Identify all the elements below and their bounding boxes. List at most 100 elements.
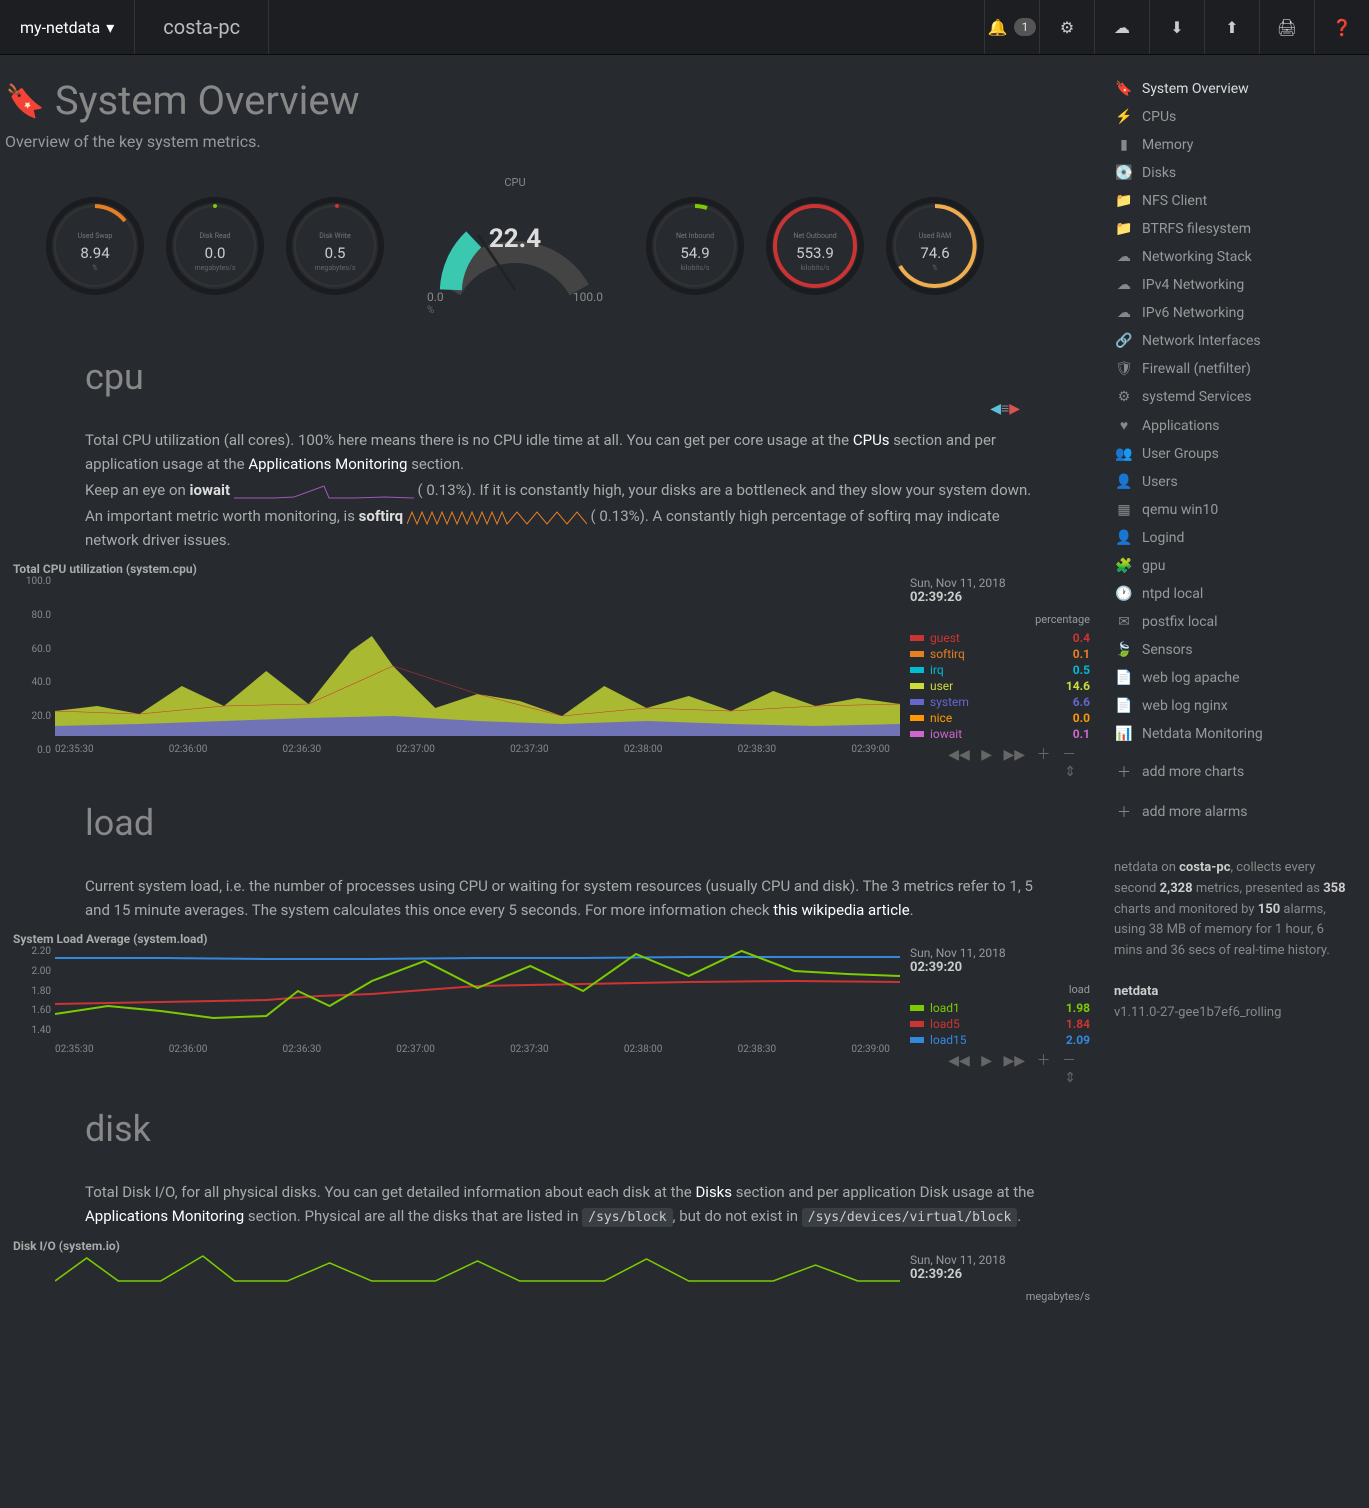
legend-row-system[interactable]: system6.6 [910, 694, 1090, 710]
gauge-swap[interactable]: Used Swap 8.94 % [45, 196, 145, 296]
gauge-cpu[interactable]: CPU 22.4 0.0 100.0 % [405, 176, 625, 316]
chart-zoom-out-icon[interactable]: － [1062, 747, 1076, 763]
sidebar-item-label: Netdata Monitoring [1142, 726, 1263, 742]
legend-row-load5[interactable]: load51.84 [910, 1016, 1090, 1032]
sidebar-item-label: System Overview [1142, 81, 1249, 97]
sidebar-item-gpu[interactable]: 🧩gpu [1110, 552, 1350, 580]
legend-row-softirq[interactable]: softirq0.1 [910, 646, 1090, 662]
chart-resize-icon[interactable]: ⇕ [1064, 1070, 1076, 1086]
sidebar-item-logind[interactable]: 👤Logind [1110, 524, 1350, 552]
legend-value: 0.5 [1073, 663, 1090, 677]
sidebar-item-web-log-nginx[interactable]: 📄web log nginx [1110, 692, 1350, 720]
page-subtitle: Overview of the key system metrics. [5, 132, 1100, 151]
page-title: 🔖 System Overview [5, 65, 1100, 132]
sidebar-item-label: ntpd local [1142, 586, 1203, 602]
chart-cpu-toolbar: ◀◀ ▶ ▶▶ ＋ － ⇕ [910, 742, 1090, 782]
chart-zoom-in-icon[interactable]: ＋ [1037, 1053, 1051, 1069]
gauge-net-out[interactable]: Net Outbound 553.9 kilobits/s [765, 196, 865, 296]
sidebar-item-disks[interactable]: 💽Disks [1110, 159, 1350, 187]
gauge-disk-read[interactable]: Disk Read 0.0 megabytes/s [165, 196, 265, 296]
download-button[interactable]: ⬇ [1149, 0, 1204, 54]
sidebar-item-label: Network Interfaces [1142, 333, 1261, 349]
link-cpus[interactable]: CPUs [853, 431, 890, 449]
sidebar-item-label: Memory [1142, 137, 1193, 153]
sidebar-item-cpus[interactable]: ⚡CPUs [1110, 103, 1350, 131]
sidebar-item-netdata-monitoring[interactable]: 📊Netdata Monitoring [1110, 720, 1350, 748]
footer-info: netdata on costa-pc, collects every seco… [1110, 858, 1350, 1024]
sidebar-item-networking-stack[interactable]: ☁Networking Stack [1110, 243, 1350, 271]
sidebar-item-memory[interactable]: ▮ Memory [1110, 131, 1350, 159]
print-button[interactable]: 🖨 [1259, 0, 1314, 54]
main-content: 🔖 System Overview Overview of the key sy… [0, 55, 1100, 1307]
tick-label: 60.0 [21, 644, 51, 655]
legend-row-guest[interactable]: guest0.4 [910, 630, 1090, 646]
cpu-para-1: Total CPU utilization (all cores). 100% … [85, 428, 1040, 476]
sidebar: 🔖 System Overview ⚡CPUs ▮ Memory 💽Disks📁NFS C… [1100, 55, 1360, 1307]
chart-zoom-in-icon[interactable]: ＋ [1037, 747, 1051, 763]
section-drag-handle[interactable]: ◀≡▶ [990, 400, 1020, 417]
sidebar-item-users[interactable]: 👤Users [1110, 468, 1350, 496]
menu-icon: ☁ [1114, 249, 1134, 265]
sidebar-item-sensors[interactable]: 🍃Sensors [1110, 636, 1350, 664]
legend-swatch [910, 1005, 924, 1011]
link-apps-mon-2[interactable]: Applications Monitoring [85, 1207, 244, 1225]
chart-rewind-icon[interactable]: ◀◀ [948, 1053, 970, 1069]
upload-button[interactable]: ⬆ [1204, 0, 1259, 54]
sidebar-item-systemd-services[interactable]: ⚙systemd Services [1110, 383, 1350, 411]
tick-label: 02:38:30 [738, 1044, 777, 1055]
link-apps-mon[interactable]: Applications Monitoring [248, 455, 407, 473]
hostname-link[interactable]: costa-pc [135, 0, 269, 54]
sidebar-item-ipv6-networking[interactable]: ☁IPv6 Networking [1110, 299, 1350, 327]
legend-row-iowait[interactable]: iowait0.1 [910, 726, 1090, 742]
sidebar-item-web-log-apache[interactable]: 📄web log apache [1110, 664, 1350, 692]
chart-rewind-icon[interactable]: ◀◀ [948, 747, 970, 763]
legend-row-nice[interactable]: nice0.0 [910, 710, 1090, 726]
chart-diskio: Disk I/O (system.io) Sun, Nov 11, 2018 0… [5, 1239, 1100, 1307]
sidebar-item-ipv4-networking[interactable]: ☁IPv4 Networking [1110, 271, 1350, 299]
tick-label: 02:37:00 [396, 744, 435, 755]
sidebar-item-btrfs-filesystem[interactable]: 📁BTRFS filesystem [1110, 215, 1350, 243]
brand-dropdown[interactable]: my-netdata ▾ [0, 0, 135, 54]
chart-cpu-canvas[interactable]: 100.080.060.040.020.00.0 percentage 02:3… [5, 576, 900, 756]
cloud-button[interactable]: ☁ [1094, 0, 1149, 54]
legend-row-load1[interactable]: load11.98 [910, 1000, 1090, 1016]
chart-zoom-out-icon[interactable]: － [1062, 1053, 1076, 1069]
alarms-button[interactable]: 🔔 1 [984, 0, 1039, 54]
legend-row-load15[interactable]: load152.09 [910, 1032, 1090, 1048]
sidebar-item-ntpd-local[interactable]: 🕐ntpd local [1110, 580, 1350, 608]
sidebar-item-system-overview[interactable]: 🔖 System Overview [1110, 75, 1350, 103]
chart-load-canvas[interactable]: 2.202.001.801.601.40 load 02:35:3002:36:… [5, 946, 900, 1056]
link-wikipedia[interactable]: this wikipedia article [773, 901, 909, 919]
add-more-charts[interactable]: ＋ add more charts [1110, 756, 1350, 788]
chart-load-title: System Load Average (system.load) [5, 932, 1100, 946]
sidebar-item-firewall-netfilter-[interactable]: 🛡Firewall (netfilter) [1110, 355, 1350, 383]
sidebar-item-network-interfaces[interactable]: 🔗Network Interfaces [1110, 327, 1350, 355]
gauge-net-in[interactable]: Net Inbound 54.9 kilobits/s [645, 196, 745, 296]
legend-swatch [910, 1037, 924, 1043]
sidebar-item-applications[interactable]: ♥Applications [1110, 411, 1350, 440]
gauge-ram[interactable]: Used RAM 74.6 % [885, 196, 985, 296]
legend-row-user[interactable]: user14.6 [910, 678, 1090, 694]
legend-row-irq[interactable]: irq0.5 [910, 662, 1090, 678]
chart-forward-icon[interactable]: ▶▶ [1003, 1053, 1025, 1069]
menu-icon: 🔖 [1114, 81, 1134, 97]
menu-icon: ▮ [1114, 137, 1134, 153]
chart-play-icon[interactable]: ▶ [981, 1053, 992, 1069]
chart-diskio-canvas[interactable] [5, 1253, 900, 1283]
plus-icon: ＋ [1114, 762, 1134, 782]
arrow-left-icon: ◀ [990, 401, 1001, 417]
gauge-disk-write[interactable]: Disk Write 0.5 megabytes/s [285, 196, 385, 296]
sidebar-item-qemu-win10[interactable]: ▦qemu win10 [1110, 496, 1350, 524]
sidebar-item-label: CPUs [1142, 109, 1176, 125]
help-button[interactable]: ❓ [1314, 0, 1369, 54]
sidebar-item-postfix-local[interactable]: ✉postfix local [1110, 608, 1350, 636]
sidebar-item-user-groups[interactable]: 👥User Groups [1110, 440, 1350, 468]
settings-button[interactable]: ⚙ [1039, 0, 1094, 54]
sidebar-item-nfs-client[interactable]: 📁NFS Client [1110, 187, 1350, 215]
chart-play-icon[interactable]: ▶ [981, 747, 992, 763]
add-more-alarms[interactable]: ＋ add more alarms [1110, 796, 1350, 828]
link-disks[interactable]: Disks [695, 1183, 732, 1201]
tick-label: 2.00 [21, 966, 51, 977]
chart-resize-icon[interactable]: ⇕ [1064, 764, 1076, 780]
chart-forward-icon[interactable]: ▶▶ [1003, 747, 1025, 763]
